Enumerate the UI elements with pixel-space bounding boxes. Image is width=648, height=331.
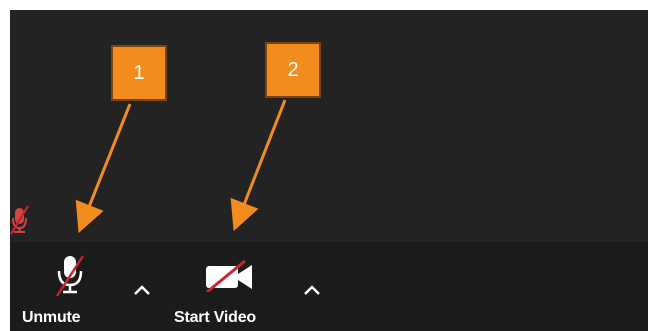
video-options-chevron-up-icon[interactable] (300, 278, 324, 302)
video-off-icon (206, 260, 252, 292)
start-video-button[interactable]: Start Video (174, 242, 284, 331)
annotation-box-1: 1 (111, 45, 167, 101)
audio-options-chevron-up-icon[interactable] (130, 278, 154, 302)
mic-off-icon (55, 255, 85, 296)
start-video-label: Start Video (174, 309, 256, 326)
unmute-button[interactable]: Unmute (22, 242, 102, 331)
annotation-box-2: 2 (265, 42, 321, 98)
meeting-toolbar: Unmute Start Video (10, 242, 648, 331)
unmute-label: Unmute (22, 309, 81, 326)
mic-muted-icon (10, 205, 29, 235)
video-area (10, 10, 648, 242)
meeting-window: Unmute Start Video (10, 10, 648, 331)
